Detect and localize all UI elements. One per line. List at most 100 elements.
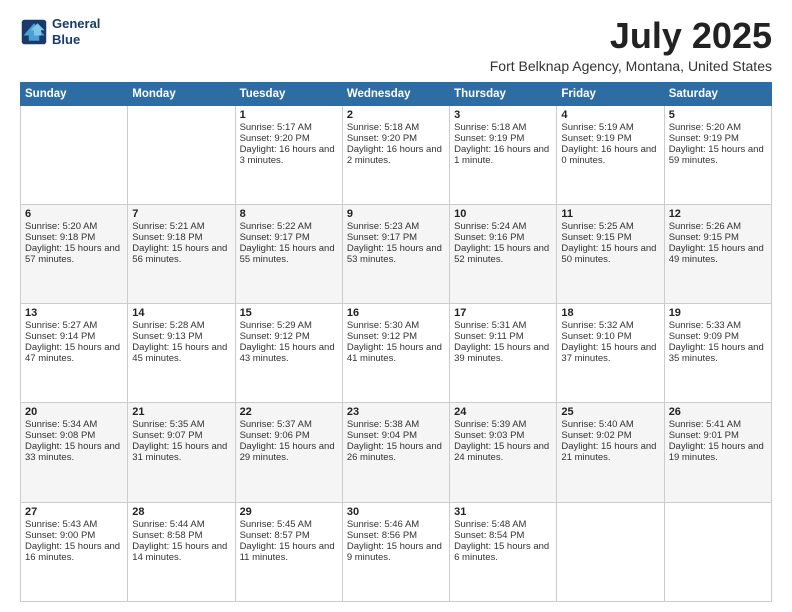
daylight-text: Daylight: 15 hours and 21 minutes. xyxy=(561,441,659,463)
calendar-cell: 26Sunrise: 5:41 AMSunset: 9:01 PMDayligh… xyxy=(664,403,771,502)
day-number: 19 xyxy=(669,307,767,319)
calendar-cell: 9Sunrise: 5:23 AMSunset: 9:17 PMDaylight… xyxy=(342,204,449,303)
day-number: 25 xyxy=(561,406,659,418)
calendar-cell: 3Sunrise: 5:18 AMSunset: 9:19 PMDaylight… xyxy=(450,105,557,204)
daylight-text: Daylight: 15 hours and 29 minutes. xyxy=(240,441,338,463)
daylight-text: Daylight: 15 hours and 56 minutes. xyxy=(132,243,230,265)
sunset-text: Sunset: 9:10 PM xyxy=(561,331,659,342)
sunrise-text: Sunrise: 5:39 AM xyxy=(454,419,552,430)
sunset-text: Sunset: 9:15 PM xyxy=(669,232,767,243)
daylight-text: Daylight: 15 hours and 11 minutes. xyxy=(240,541,338,563)
calendar-cell: 27Sunrise: 5:43 AMSunset: 9:00 PMDayligh… xyxy=(21,502,128,601)
calendar-header-thursday: Thursday xyxy=(450,82,557,105)
calendar-header-wednesday: Wednesday xyxy=(342,82,449,105)
daylight-text: Daylight: 15 hours and 9 minutes. xyxy=(347,541,445,563)
sunrise-text: Sunrise: 5:45 AM xyxy=(240,519,338,530)
header: General Blue July 2025 Fort Belknap Agen… xyxy=(20,16,772,74)
sunrise-text: Sunrise: 5:31 AM xyxy=(454,320,552,331)
day-number: 24 xyxy=(454,406,552,418)
sunset-text: Sunset: 9:14 PM xyxy=(25,331,123,342)
daylight-text: Daylight: 15 hours and 53 minutes. xyxy=(347,243,445,265)
daylight-text: Daylight: 15 hours and 59 minutes. xyxy=(669,144,767,166)
sunrise-text: Sunrise: 5:25 AM xyxy=(561,221,659,232)
sunset-text: Sunset: 9:06 PM xyxy=(240,430,338,441)
sunrise-text: Sunrise: 5:26 AM xyxy=(669,221,767,232)
sunset-text: Sunset: 8:58 PM xyxy=(132,530,230,541)
calendar-cell: 10Sunrise: 5:24 AMSunset: 9:16 PMDayligh… xyxy=(450,204,557,303)
calendar-header-row: SundayMondayTuesdayWednesdayThursdayFrid… xyxy=(21,82,772,105)
logo: General Blue xyxy=(20,16,100,47)
sunset-text: Sunset: 9:00 PM xyxy=(25,530,123,541)
daylight-text: Daylight: 15 hours and 43 minutes. xyxy=(240,342,338,364)
day-number: 17 xyxy=(454,307,552,319)
sunrise-text: Sunrise: 5:29 AM xyxy=(240,320,338,331)
day-number: 22 xyxy=(240,406,338,418)
sunrise-text: Sunrise: 5:48 AM xyxy=(454,519,552,530)
daylight-text: Daylight: 15 hours and 6 minutes. xyxy=(454,541,552,563)
daylight-text: Daylight: 15 hours and 24 minutes. xyxy=(454,441,552,463)
calendar-cell xyxy=(128,105,235,204)
sunset-text: Sunset: 9:19 PM xyxy=(454,133,552,144)
sunset-text: Sunset: 9:09 PM xyxy=(669,331,767,342)
sunset-text: Sunset: 9:19 PM xyxy=(561,133,659,144)
calendar-cell: 23Sunrise: 5:38 AMSunset: 9:04 PMDayligh… xyxy=(342,403,449,502)
calendar-week-row: 27Sunrise: 5:43 AMSunset: 9:00 PMDayligh… xyxy=(21,502,772,601)
calendar-cell: 30Sunrise: 5:46 AMSunset: 8:56 PMDayligh… xyxy=(342,502,449,601)
sunrise-text: Sunrise: 5:21 AM xyxy=(132,221,230,232)
sunrise-text: Sunrise: 5:37 AM xyxy=(240,419,338,430)
sunset-text: Sunset: 9:20 PM xyxy=(347,133,445,144)
daylight-text: Daylight: 15 hours and 26 minutes. xyxy=(347,441,445,463)
sunrise-text: Sunrise: 5:33 AM xyxy=(669,320,767,331)
calendar-cell: 16Sunrise: 5:30 AMSunset: 9:12 PMDayligh… xyxy=(342,304,449,403)
calendar-header-saturday: Saturday xyxy=(664,82,771,105)
calendar-cell: 5Sunrise: 5:20 AMSunset: 9:19 PMDaylight… xyxy=(664,105,771,204)
daylight-text: Daylight: 15 hours and 16 minutes. xyxy=(25,541,123,563)
sunset-text: Sunset: 8:54 PM xyxy=(454,530,552,541)
calendar-cell: 21Sunrise: 5:35 AMSunset: 9:07 PMDayligh… xyxy=(128,403,235,502)
day-number: 16 xyxy=(347,307,445,319)
daylight-text: Daylight: 15 hours and 14 minutes. xyxy=(132,541,230,563)
sunset-text: Sunset: 9:07 PM xyxy=(132,430,230,441)
daylight-text: Daylight: 15 hours and 35 minutes. xyxy=(669,342,767,364)
daylight-text: Daylight: 16 hours and 1 minute. xyxy=(454,144,552,166)
calendar-header-monday: Monday xyxy=(128,82,235,105)
sunrise-text: Sunrise: 5:17 AM xyxy=(240,122,338,133)
calendar-cell: 31Sunrise: 5:48 AMSunset: 8:54 PMDayligh… xyxy=(450,502,557,601)
calendar-week-row: 1Sunrise: 5:17 AMSunset: 9:20 PMDaylight… xyxy=(21,105,772,204)
calendar-header-friday: Friday xyxy=(557,82,664,105)
day-number: 30 xyxy=(347,506,445,518)
sunrise-text: Sunrise: 5:19 AM xyxy=(561,122,659,133)
sunset-text: Sunset: 9:08 PM xyxy=(25,430,123,441)
calendar-cell: 20Sunrise: 5:34 AMSunset: 9:08 PMDayligh… xyxy=(21,403,128,502)
sub-title: Fort Belknap Agency, Montana, United Sta… xyxy=(490,58,772,74)
calendar-cell xyxy=(557,502,664,601)
title-block: July 2025 Fort Belknap Agency, Montana, … xyxy=(490,16,772,74)
sunrise-text: Sunrise: 5:46 AM xyxy=(347,519,445,530)
sunset-text: Sunset: 9:19 PM xyxy=(669,133,767,144)
logo-icon xyxy=(20,18,48,46)
day-number: 9 xyxy=(347,208,445,220)
daylight-text: Daylight: 16 hours and 3 minutes. xyxy=(240,144,338,166)
calendar-week-row: 6Sunrise: 5:20 AMSunset: 9:18 PMDaylight… xyxy=(21,204,772,303)
calendar-week-row: 13Sunrise: 5:27 AMSunset: 9:14 PMDayligh… xyxy=(21,304,772,403)
day-number: 13 xyxy=(25,307,123,319)
calendar-cell: 15Sunrise: 5:29 AMSunset: 9:12 PMDayligh… xyxy=(235,304,342,403)
sunset-text: Sunset: 9:02 PM xyxy=(561,430,659,441)
logo-text: General Blue xyxy=(52,16,100,47)
sunrise-text: Sunrise: 5:20 AM xyxy=(25,221,123,232)
calendar-cell: 1Sunrise: 5:17 AMSunset: 9:20 PMDaylight… xyxy=(235,105,342,204)
daylight-text: Daylight: 15 hours and 49 minutes. xyxy=(669,243,767,265)
sunset-text: Sunset: 9:03 PM xyxy=(454,430,552,441)
sunset-text: Sunset: 9:17 PM xyxy=(347,232,445,243)
daylight-text: Daylight: 15 hours and 37 minutes. xyxy=(561,342,659,364)
sunrise-text: Sunrise: 5:22 AM xyxy=(240,221,338,232)
sunrise-text: Sunrise: 5:41 AM xyxy=(669,419,767,430)
calendar-cell: 28Sunrise: 5:44 AMSunset: 8:58 PMDayligh… xyxy=(128,502,235,601)
day-number: 6 xyxy=(25,208,123,220)
sunset-text: Sunset: 9:17 PM xyxy=(240,232,338,243)
calendar-cell: 29Sunrise: 5:45 AMSunset: 8:57 PMDayligh… xyxy=(235,502,342,601)
sunset-text: Sunset: 9:16 PM xyxy=(454,232,552,243)
calendar-cell: 19Sunrise: 5:33 AMSunset: 9:09 PMDayligh… xyxy=(664,304,771,403)
sunrise-text: Sunrise: 5:18 AM xyxy=(347,122,445,133)
calendar-cell: 12Sunrise: 5:26 AMSunset: 9:15 PMDayligh… xyxy=(664,204,771,303)
